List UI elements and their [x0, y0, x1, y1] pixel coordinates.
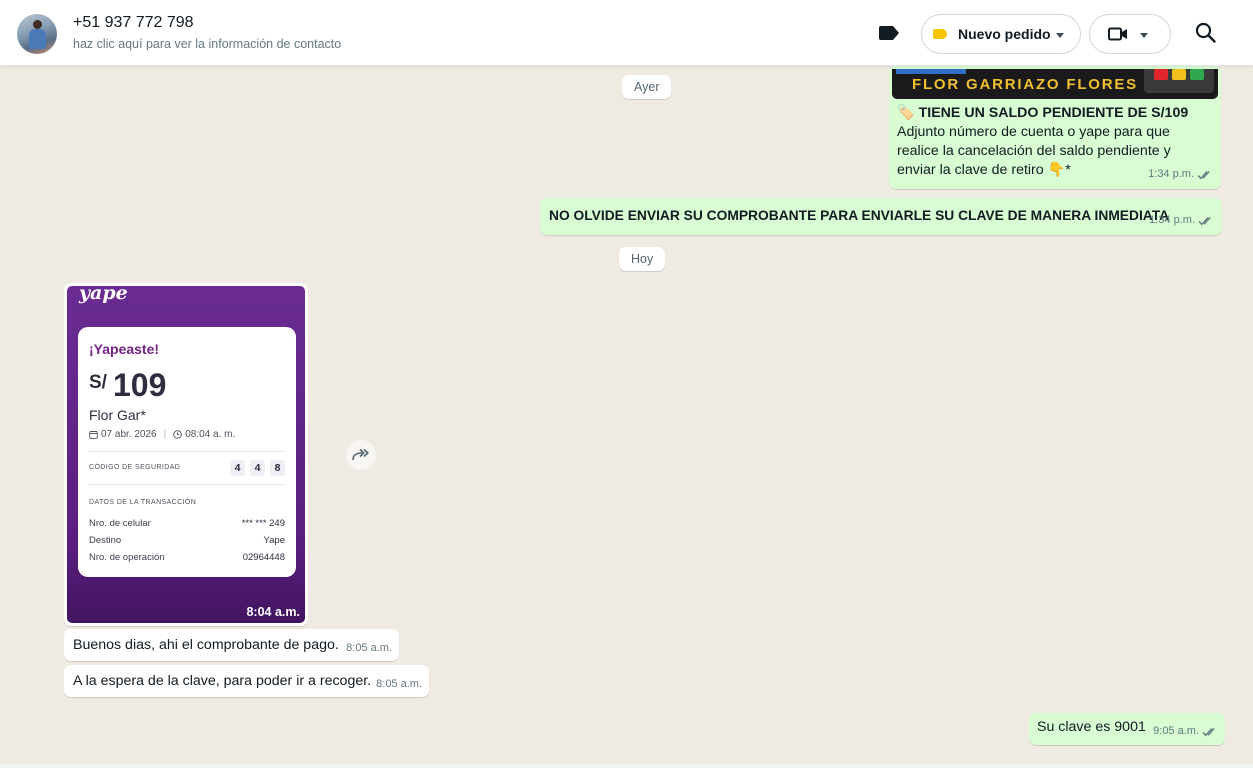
- message-meta: 1:34 p.m.: [1149, 211, 1214, 230]
- row-label: Nro. de operación: [89, 552, 165, 563]
- message-text: Buenos dias, ahi el comprobante de pago.: [73, 637, 339, 653]
- contact-info-hint[interactable]: haz clic aquí para ver la información de…: [73, 37, 341, 51]
- image-banner: [896, 69, 966, 74]
- avatar-head: [33, 20, 42, 29]
- receipt-datetime: 07 abr. 2026 | 08:04 a. m.: [89, 429, 235, 440]
- divider: [89, 484, 285, 485]
- receipt-row: Destino Yape: [89, 535, 285, 546]
- date-separator-yesterday: Ayer: [622, 75, 672, 99]
- image-keypad: [1144, 69, 1214, 93]
- message-image[interactable]: FLOR GARRIAZO FLORES: [892, 69, 1218, 99]
- date-separator-today: Hoy: [619, 247, 666, 271]
- receipt-currency: S/: [89, 372, 107, 393]
- read-ticks-icon: [1198, 216, 1211, 225]
- security-digit: 8: [270, 460, 285, 476]
- forward-icon: [352, 448, 369, 461]
- yape-logo: yape: [79, 286, 128, 304]
- read-ticks-icon: [1202, 727, 1215, 736]
- receipt-date: 07 abr. 2026: [101, 429, 157, 440]
- label-button[interactable]: [874, 20, 904, 46]
- message-bubble[interactable]: NO OLVIDE ENVIAR SU COMPROBANTE PARA ENV…: [540, 198, 1222, 235]
- new-order-label: Nuevo pedido: [958, 26, 1051, 42]
- message-bubble[interactable]: FLOR GARRIAZO FLORES 🏷️ TIENE UN SALDO P…: [889, 66, 1221, 189]
- row-label: Destino: [89, 535, 122, 546]
- message-time: 1:34 p.m.: [1149, 214, 1195, 226]
- transaction-details-label: DATOS DE LA TRANSACCIÓN: [89, 499, 197, 506]
- message-bubble[interactable]: Su clave es 9001 9:05 a.m.: [1029, 713, 1225, 745]
- read-ticks-icon: [1197, 170, 1210, 179]
- search-icon: [1195, 22, 1216, 43]
- receipt-time: 08:04 a. m.: [185, 429, 236, 440]
- message-title: 🏷️ TIENE UN SALDO PENDIENTE DE S/109: [897, 105, 1189, 121]
- tag-icon: [933, 29, 947, 39]
- message-time: 8:05 a.m.: [376, 678, 422, 690]
- chevron-down-icon: [1056, 33, 1064, 38]
- yape-receipt-image[interactable]: yape ¡Yapeaste! S/ 109 Flor Gar* 07 abr.…: [67, 286, 305, 623]
- security-code-label: CÓDIGO DE SEGURIDAD: [89, 464, 181, 471]
- row-value: 02964448: [242, 552, 285, 563]
- image-caption: FLOR GARRIAZO FLORES: [912, 76, 1138, 93]
- message-bubble[interactable]: Buenos dias, ahi el comprobante de pago.…: [64, 629, 399, 661]
- row-label: Nro. de celular: [89, 518, 151, 529]
- image-message[interactable]: yape ¡Yapeaste! S/ 109 Flor Gar* 07 abr.…: [64, 283, 308, 626]
- receipt-amount: 109: [113, 367, 167, 403]
- calendar-icon: [89, 431, 98, 439]
- chat-header: +51 937 772 798 haz clic aquí para ver l…: [0, 0, 1253, 66]
- security-digit: 4: [250, 460, 265, 476]
- message-meta: 1:34 p.m.: [1148, 165, 1213, 184]
- receipt-card: ¡Yapeaste! S/ 109 Flor Gar* 07 abr. 2026…: [78, 327, 296, 577]
- message-time: 8:04 a.m.: [246, 605, 300, 619]
- message-bubble[interactable]: A la espera de la clave, para poder ir a…: [64, 665, 429, 697]
- security-digit: 4: [230, 460, 245, 476]
- row-value: *** *** 249: [241, 518, 285, 529]
- avatar-body: [29, 29, 46, 49]
- separator: |: [163, 429, 167, 440]
- message-text: NO OLVIDE ENVIAR SU COMPROBANTE PARA ENV…: [549, 208, 1170, 223]
- receipt-heading: ¡Yapeaste!: [89, 341, 160, 357]
- search-button[interactable]: [1195, 22, 1217, 49]
- composer-edge: [0, 764, 1253, 768]
- message-time: 9:05 a.m.: [1153, 725, 1199, 737]
- message-meta: 9:05 a.m.: [1153, 722, 1218, 741]
- receipt-row: Nro. de operación 02964448: [89, 552, 285, 563]
- video-call-icon: [1108, 27, 1127, 41]
- video-call-dropdown[interactable]: [1089, 14, 1171, 54]
- contact-name[interactable]: +51 937 772 798: [73, 14, 194, 32]
- forward-button[interactable]: [346, 440, 376, 470]
- chevron-down-icon: [1140, 33, 1148, 38]
- row-value: Yape: [263, 535, 285, 546]
- clock-icon: [173, 430, 182, 439]
- message-time: 8:05 a.m.: [346, 642, 392, 654]
- receipt-row: Nro. de celular *** *** 249: [89, 518, 285, 529]
- security-code: 4 4 8: [230, 460, 285, 476]
- message-time: 1:34 p.m.: [1148, 168, 1194, 180]
- new-order-dropdown[interactable]: Nuevo pedido: [921, 14, 1081, 54]
- message-text: A la espera de la clave, para poder ir a…: [73, 673, 372, 689]
- label-icon: [879, 26, 899, 40]
- divider: [89, 451, 285, 452]
- message-text: Su clave es 9001: [1037, 719, 1146, 735]
- receipt-recipient: Flor Gar*: [89, 407, 146, 423]
- contact-avatar[interactable]: [17, 14, 57, 54]
